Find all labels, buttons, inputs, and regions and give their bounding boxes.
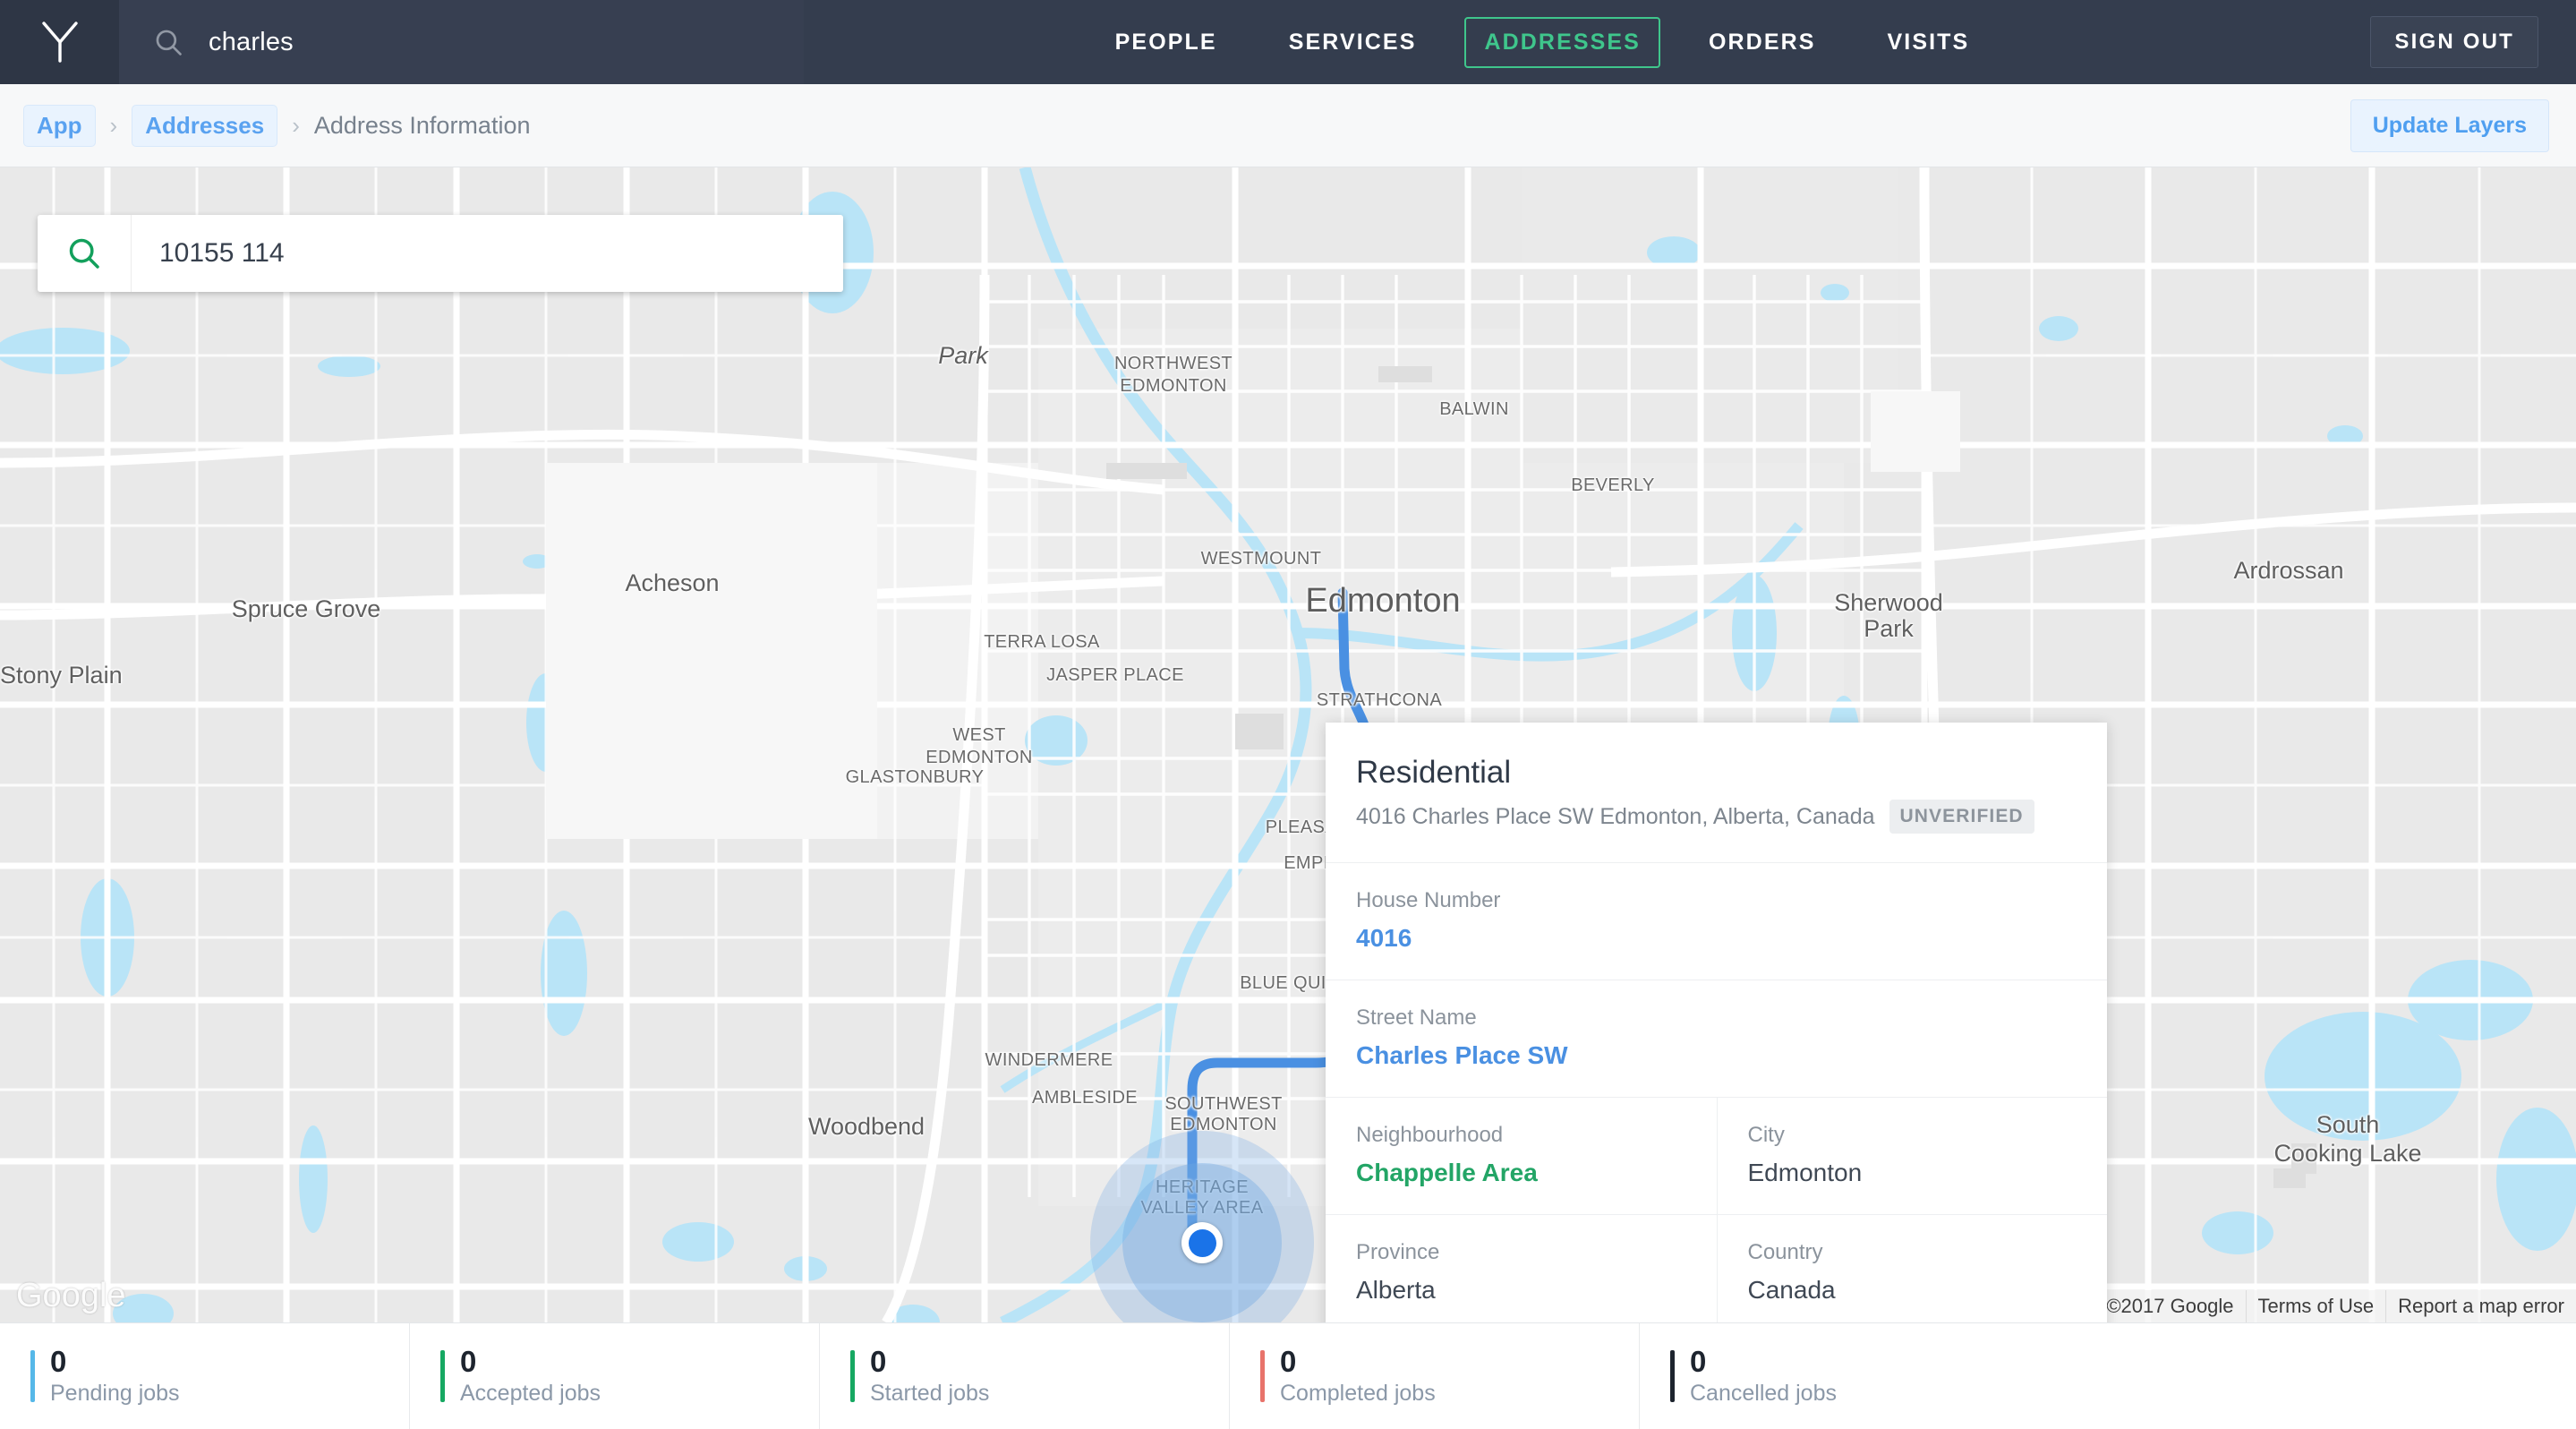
app-logo[interactable] — [0, 0, 119, 84]
field-row-street-name: Street Name Charles Place SW — [1326, 980, 2107, 1098]
stat-count: 0 — [1690, 1345, 1707, 1379]
nav-link-visits[interactable]: VISITS — [1864, 17, 1993, 68]
stat-cancelled-jobs[interactable]: 0 Cancelled jobs — [1640, 1323, 2576, 1429]
nav-link-people[interactable]: PEOPLE — [1092, 17, 1241, 68]
field-house-number: House Number 4016 — [1326, 863, 2107, 980]
map-search-box[interactable] — [38, 215, 843, 292]
field-label: City — [1747, 1123, 1785, 1147]
map-base-layer — [0, 167, 2576, 1322]
field-province: Province Alberta — [1326, 1215, 1717, 1322]
address-card-header: Residential 4016 Charles Place SW Edmont… — [1326, 723, 2107, 863]
nav-link-addresses[interactable]: ADDRESSES — [1464, 16, 1660, 68]
field-value: Canada — [1747, 1276, 1836, 1304]
stat-completed-jobs[interactable]: 0 Completed jobs — [1230, 1323, 1640, 1429]
field-label: Street Name — [1356, 1005, 1477, 1030]
field-value: Alberta — [1356, 1276, 1436, 1304]
field-label: Country — [1747, 1240, 1823, 1264]
terms-of-use-link[interactable]: Terms of Use — [2245, 1290, 2386, 1322]
field-value[interactable]: Chappelle Area — [1356, 1159, 1686, 1187]
stat-label: Pending jobs — [50, 1380, 180, 1406]
breadcrumb-bar: App › Addresses › Address Information Up… — [0, 84, 2576, 167]
top-navbar: PEOPLE SERVICES ADDRESSES ORDERS VISITS … — [0, 0, 2576, 84]
breadcrumb-item-addresses[interactable]: Addresses — [132, 104, 278, 147]
stat-accepted-jobs[interactable]: 0 Accepted jobs — [410, 1323, 820, 1429]
stat-count: 0 — [1280, 1345, 1297, 1379]
stat-label: Started jobs — [870, 1380, 990, 1406]
breadcrumb-separator: › — [292, 111, 300, 139]
primary-nav: PEOPLE SERVICES ADDRESSES ORDERS VISITS — [804, 0, 2281, 84]
field-neighbourhood: Neighbourhood Chappelle Area — [1326, 1098, 1717, 1214]
logo-y-icon — [41, 21, 78, 63]
field-label: House Number — [1356, 888, 1501, 912]
stat-pending-jobs[interactable]: 0 Pending jobs — [0, 1323, 410, 1429]
status-badge: UNVERIFIED — [1889, 800, 2034, 834]
google-logo: Google — [16, 1277, 126, 1314]
field-label: Neighbourhood — [1356, 1123, 1504, 1147]
marker-dot — [1188, 1228, 1216, 1257]
report-error-link[interactable]: Report a map error — [2385, 1290, 2576, 1322]
breadcrumb: App › Addresses › Address Information — [23, 104, 2350, 147]
breadcrumb-separator: › — [109, 111, 118, 139]
stat-count: 0 — [460, 1345, 477, 1379]
address-card-subtitle: 4016 Charles Place SW Edmonton, Alberta,… — [1356, 803, 1875, 829]
stat-label: Cancelled jobs — [1690, 1380, 1837, 1406]
search-icon — [156, 30, 182, 56]
field-value[interactable]: 4016 — [1356, 924, 2077, 953]
nav-link-services[interactable]: SERVICES — [1266, 17, 1440, 68]
global-search[interactable] — [119, 0, 804, 84]
navbar-right: SIGN OUT — [2281, 0, 2576, 84]
global-search-input[interactable] — [209, 27, 710, 57]
stat-started-jobs[interactable]: 0 Started jobs — [820, 1323, 1230, 1429]
address-info-card: Residential 4016 Charles Place SW Edmont… — [1326, 723, 2107, 1322]
field-value[interactable]: Charles Place SW — [1356, 1041, 2077, 1070]
stat-count: 0 — [870, 1345, 887, 1379]
field-country: Country Canada — [1716, 1215, 2108, 1322]
stat-label: Completed jobs — [1280, 1380, 1436, 1406]
map-canvas[interactable]: Park NORTHWEST EDMONTON BALWIN BEVERLY A… — [0, 167, 2576, 1322]
field-row-house-number: House Number 4016 — [1326, 863, 2107, 980]
sign-out-button[interactable]: SIGN OUT — [2370, 16, 2538, 68]
field-city: City Edmonton — [1716, 1098, 2108, 1214]
field-street-name: Street Name Charles Place SW — [1326, 980, 2107, 1097]
field-row-neighbourhood-city: Neighbourhood Chappelle Area City Edmont… — [1326, 1098, 2107, 1215]
nav-link-orders[interactable]: ORDERS — [1685, 17, 1839, 68]
stat-count: 0 — [50, 1345, 67, 1379]
address-card-title: Residential — [1356, 755, 1512, 790]
field-row-province-country: Province Alberta Country Canada — [1326, 1215, 2107, 1322]
stat-label: Accepted jobs — [460, 1380, 601, 1406]
field-label: Province — [1356, 1240, 1440, 1264]
map-search-input[interactable] — [132, 215, 843, 292]
field-value: Edmonton — [1747, 1159, 1863, 1186]
map-search-icon — [38, 215, 132, 292]
update-layers-button[interactable]: Update Layers — [2350, 98, 2549, 152]
breadcrumb-item-app[interactable]: App — [23, 104, 96, 147]
breadcrumb-item-current: Address Information — [313, 111, 531, 139]
jobs-stat-bar: 0 Pending jobs 0 Accepted jobs 0 Started… — [0, 1322, 2576, 1429]
app-root: PEOPLE SERVICES ADDRESSES ORDERS VISITS … — [0, 0, 2576, 1429]
